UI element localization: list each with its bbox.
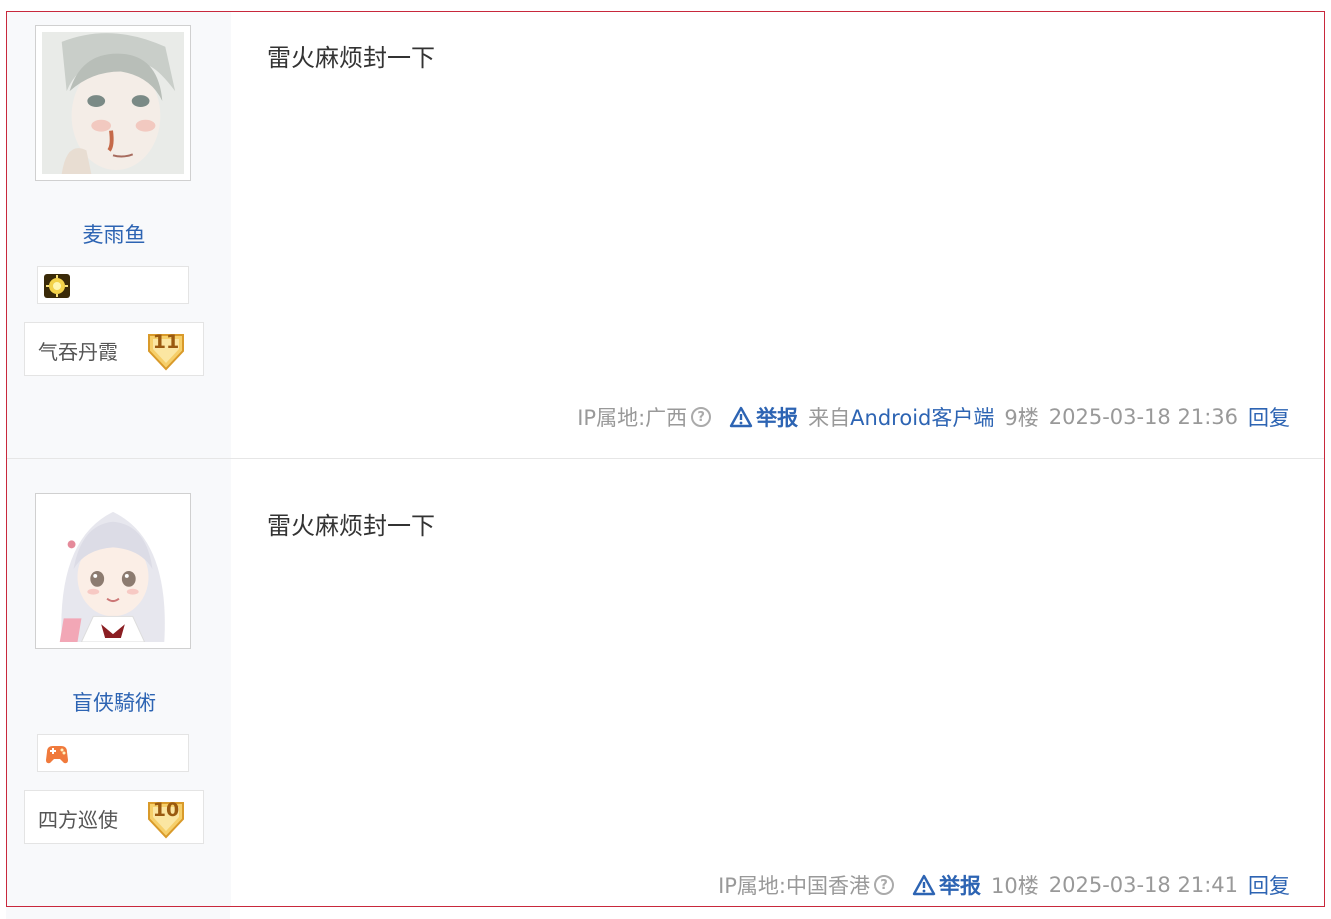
username-link[interactable]: 盲侠騎術 [7, 687, 221, 717]
username-link[interactable]: 麦雨鱼 [7, 219, 221, 249]
post-time: 2025-03-18 21:36 [1048, 405, 1238, 429]
level-badge-box[interactable]: 气吞丹霞 11 [24, 322, 204, 376]
gamepad-badge-icon[interactable] [44, 742, 70, 766]
warning-triangle-icon [912, 874, 936, 896]
level-name: 四方巡使 [38, 808, 118, 832]
avatar[interactable] [35, 493, 191, 649]
post-content: 雷火麻烦封一下 [267, 44, 435, 72]
level-number: 11 [152, 331, 180, 353]
report-button[interactable]: 举报 [912, 870, 981, 900]
post-content: 雷火麻烦封一下 [267, 512, 435, 540]
author-panel: 盲侠騎術 四方巡使 10 [7, 459, 231, 906]
report-label: 举报 [939, 874, 982, 898]
next-post-strip [6, 907, 230, 919]
badge-strip [37, 266, 189, 304]
level-name: 气吞丹霞 [38, 340, 118, 364]
post-floor-10: 盲侠騎術 四方巡使 10 雷火麻烦封一下 IP属地:中国香港 ? 举报 10楼 … [7, 459, 1324, 906]
warning-triangle-icon [729, 406, 753, 428]
ip-location: IP属地:中国香港 ? [718, 870, 895, 900]
post-tail: IP属地:中国香港 ? 举报 10楼 2025-03-18 21:41 回复 [718, 870, 1290, 900]
post-floor-9: 麦雨鱼 气吞丹霞 11 雷火麻烦封一下 IP属地:广西 ? 举报 来自Andro… [7, 12, 1324, 459]
floor-number: 10楼 [991, 874, 1039, 898]
client-source: 来自Android客户端 [808, 402, 994, 432]
badge-strip [37, 734, 189, 772]
avatar-image [42, 500, 184, 642]
post-time: 2025-03-18 21:41 [1048, 873, 1238, 897]
sun-badge-icon[interactable] [44, 274, 70, 298]
report-button[interactable]: 举报 [729, 402, 798, 432]
question-circle-icon[interactable]: ? [874, 875, 895, 895]
report-label: 举报 [756, 406, 799, 430]
author-panel: 麦雨鱼 气吞丹霞 11 [7, 12, 231, 458]
question-circle-icon[interactable]: ? [691, 407, 712, 427]
ip-label: IP属地:广西 [577, 406, 688, 430]
floor-number: 9楼 [1004, 406, 1039, 430]
reply-button[interactable]: 回复 [1248, 402, 1290, 432]
reply-button[interactable]: 回复 [1248, 870, 1290, 900]
thread-frame: 麦雨鱼 气吞丹霞 11 雷火麻烦封一下 IP属地:广西 ? 举报 来自Andro… [6, 11, 1325, 907]
avatar-image [42, 32, 184, 174]
from-prefix: 来自 [808, 406, 851, 430]
post-tail: IP属地:广西 ? 举报 来自Android客户端 9楼 2025-03-18 … [577, 402, 1290, 432]
ip-label: IP属地:中国香港 [718, 874, 871, 898]
level-number: 10 [152, 799, 180, 821]
avatar[interactable] [35, 25, 191, 181]
level-badge-box[interactable]: 四方巡使 10 [24, 790, 204, 844]
client-link[interactable]: Android客户端 [850, 406, 994, 430]
ip-location: IP属地:广西 ? [577, 402, 712, 432]
